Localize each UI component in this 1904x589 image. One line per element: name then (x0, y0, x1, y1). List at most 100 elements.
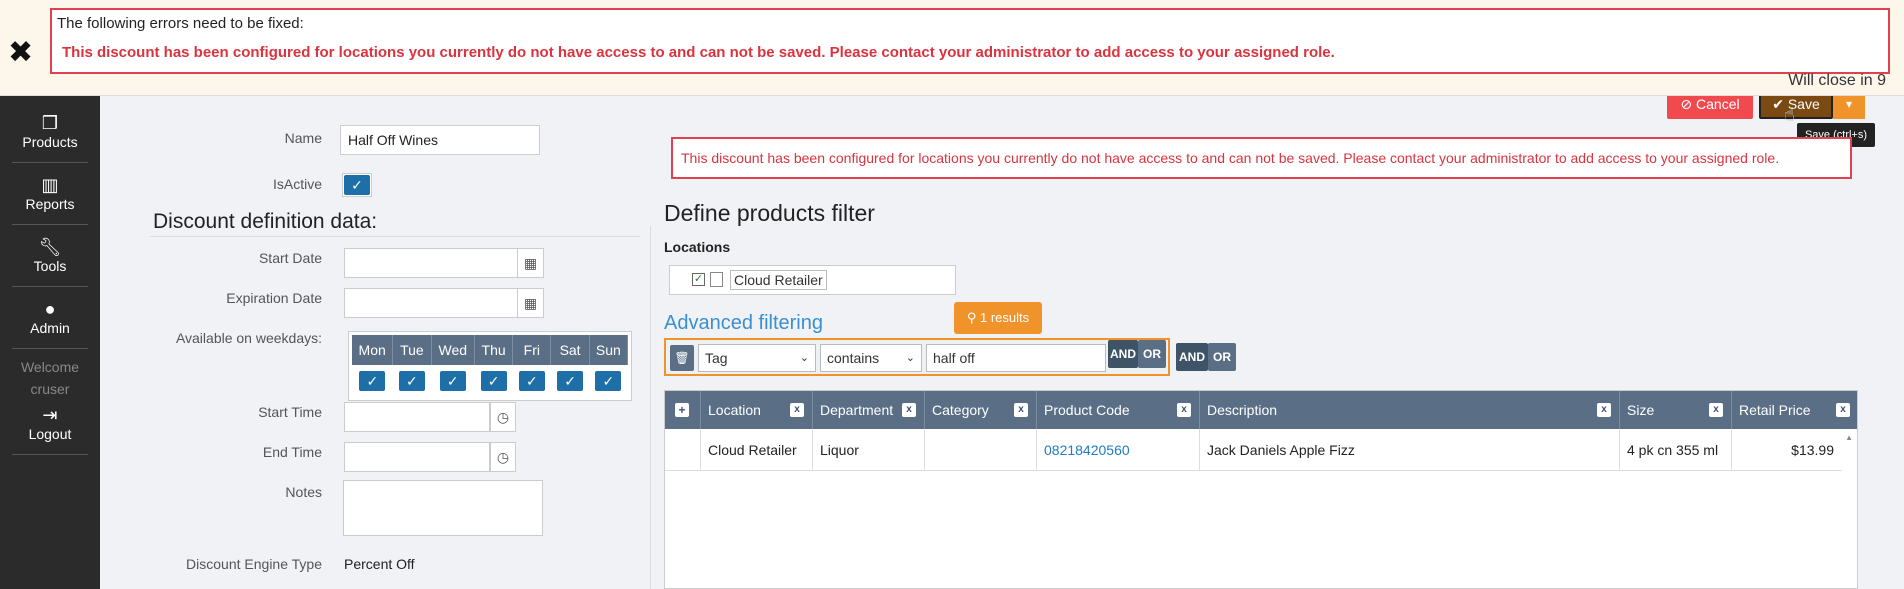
pane-divider (650, 226, 651, 589)
sidebar-divider (12, 224, 88, 225)
trash-icon[interactable]: 🗑︎ (670, 345, 694, 371)
weekday-checkbox-thu[interactable]: ✓ (480, 371, 507, 391)
column-header-category[interactable]: Category x (925, 391, 1037, 429)
group-or-button[interactable]: OR (1208, 343, 1236, 371)
document-icon (710, 272, 723, 287)
remove-column-icon[interactable]: x (902, 403, 916, 417)
sidebar-divider (12, 348, 88, 349)
cell-retail-price[interactable]: $13.99 (1732, 429, 1842, 471)
notes-textarea[interactable] (343, 480, 543, 536)
sidebar-item-products[interactable]: ❒ Products (0, 112, 100, 150)
isactive-checkbox[interactable]: ✓ (342, 173, 372, 197)
chevron-down-icon: ⌄ (905, 352, 915, 364)
name-input[interactable]: Half Off Wines (340, 125, 540, 155)
hand-cursor-icon: ☝ (1784, 104, 1795, 124)
engine-type-value: Percent Off (344, 556, 415, 572)
column-header-product-code[interactable]: Product Code x (1037, 391, 1200, 429)
engine-type-label: Discount Engine Type (186, 556, 322, 572)
weekday-checkbox-mon[interactable]: ✓ (359, 371, 386, 391)
start-time-input[interactable] (344, 402, 490, 432)
plus-icon[interactable]: + (675, 403, 689, 417)
location-checkbox[interactable]: ✓ (692, 273, 705, 286)
sidebar-item-admin[interactable]: ● Admin (0, 298, 100, 336)
chevron-down-icon: ⌄ (799, 352, 809, 364)
group-and-button[interactable]: AND (1176, 343, 1208, 371)
remove-column-icon[interactable]: x (1177, 403, 1191, 417)
clock-icon[interactable]: ◷ (490, 442, 516, 472)
weekday-header: Wed (431, 335, 475, 365)
filter-field-select[interactable]: Tag ⌄ (698, 344, 816, 372)
logout-label: Logout (28, 426, 72, 442)
notes-label: Notes (285, 484, 322, 500)
column-label: Product Code (1044, 402, 1130, 418)
remove-column-icon[interactable]: x (1836, 403, 1850, 417)
logout-button[interactable]: ⇥ Logout (0, 404, 100, 442)
inline-error-message: This discount has been configured for lo… (671, 137, 1852, 179)
scroll-up-icon[interactable]: ▲ (1845, 433, 1853, 442)
clock-icon[interactable]: ◷ (490, 402, 516, 432)
error-message: This discount has been configured for lo… (62, 44, 1335, 61)
sidebar-item-tools[interactable]: 🔧︎ Tools (0, 236, 100, 274)
column-label: Retail Price (1739, 402, 1811, 418)
remove-column-icon[interactable]: x (1014, 403, 1028, 417)
column-header-size[interactable]: Size x (1620, 391, 1732, 429)
calendar-icon[interactable]: ▦ (518, 248, 544, 278)
close-icon[interactable]: ✖ (8, 38, 33, 68)
boxes-icon: ❒ (41, 113, 59, 133)
location-name[interactable]: Cloud Retailer (730, 270, 827, 290)
weekdays-label: Available on weekdays: (175, 330, 322, 346)
remove-column-icon[interactable]: x (1597, 403, 1611, 417)
and-button[interactable]: AND (1108, 340, 1138, 368)
column-label: Category (932, 402, 989, 418)
weekday-header: Tue (392, 335, 432, 365)
results-count: 1 results (980, 310, 1030, 325)
cell-product-code-link[interactable]: 08218420560 (1037, 429, 1200, 471)
weekday-checkbox-fri[interactable]: ✓ (518, 371, 545, 391)
remove-column-icon[interactable]: x (1709, 403, 1723, 417)
sidebar-divider (12, 454, 88, 455)
cell-description[interactable]: Jack Daniels Apple Fizz (1200, 429, 1620, 471)
section-divider (150, 236, 640, 237)
welcome-user: cruser (30, 381, 70, 397)
or-button[interactable]: OR (1138, 340, 1166, 368)
weekday-checkbox-sat[interactable]: ✓ (557, 371, 584, 391)
locations-label: Locations (664, 239, 731, 255)
sidebar-item-reports[interactable]: ▥ Reports (0, 174, 100, 212)
cell-location[interactable]: Cloud Retailer (701, 429, 813, 471)
filter-field-value: Tag (705, 350, 728, 366)
wrench-icon: 🔧︎ (38, 237, 62, 257)
cell-category[interactable] (925, 429, 1037, 471)
weekday-checkbox-tue[interactable]: ✓ (398, 371, 425, 391)
calendar-icon[interactable]: ▦ (518, 288, 544, 318)
expiration-date-input[interactable] (344, 288, 518, 318)
sidebar-item-label: Reports (25, 196, 75, 212)
weekday-header: Sun (589, 335, 629, 365)
isactive-label: IsActive (272, 176, 322, 192)
row-selector-cell[interactable] (665, 429, 701, 471)
cell-department[interactable]: Liquor (813, 429, 925, 471)
grid-header: + Location x Department x Category x Produc… (665, 391, 1857, 429)
name-label: Name (284, 130, 322, 146)
weekday-checkbox-sun[interactable]: ✓ (595, 371, 622, 391)
filter-operator-select[interactable]: contains ⌄ (820, 344, 922, 372)
end-time-input[interactable] (344, 442, 490, 472)
column-header-location[interactable]: Location x (701, 391, 813, 429)
start-time-label: Start Time (258, 404, 322, 420)
weekday-header: Fri (512, 335, 552, 365)
weekday-checkbox-wed[interactable]: ✓ (439, 371, 466, 391)
column-header-retail-price[interactable]: Retail Price x (1732, 391, 1858, 429)
column-header-department[interactable]: Department x (813, 391, 925, 429)
cell-size[interactable]: 4 pk cn 355 ml (1620, 429, 1732, 471)
start-date-input[interactable] (344, 248, 518, 278)
column-header-description[interactable]: Description x (1200, 391, 1620, 429)
sidebar-divider (12, 286, 88, 287)
sidebar-item-label: Products (22, 134, 78, 150)
auto-close-countdown: Will close in 9 (1788, 72, 1886, 89)
error-notification: ✖ The following errors need to be fixed:… (0, 0, 1904, 96)
remove-column-icon[interactable]: x (790, 403, 804, 417)
logout-icon: ⇥ (42, 405, 58, 425)
weekday-header: Sat (550, 335, 590, 365)
filter-value-input[interactable]: half off (926, 344, 1106, 372)
expiration-date-label: Expiration Date (226, 290, 322, 306)
weekday-header: Thu (474, 335, 514, 365)
